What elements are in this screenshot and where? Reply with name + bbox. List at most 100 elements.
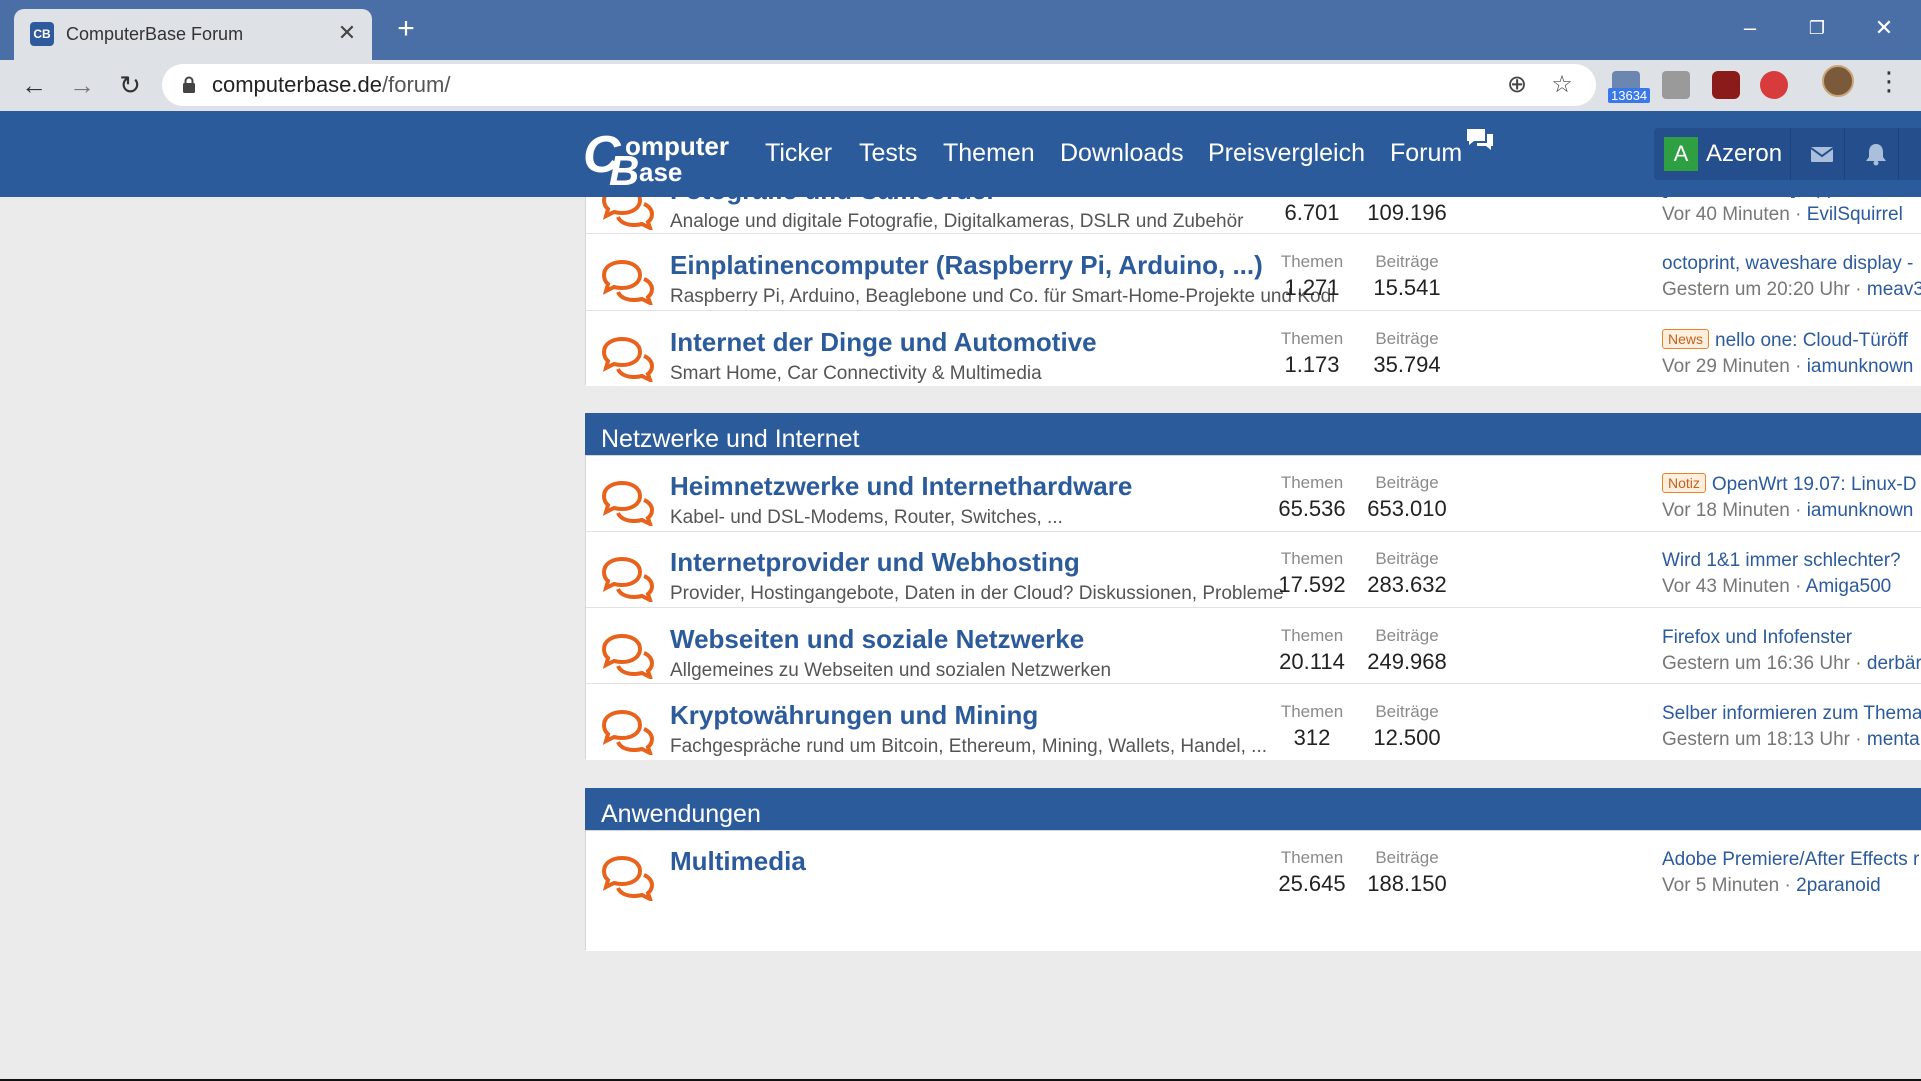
latest-topic-link[interactable]: octoprint, waveshare display -: [1662, 253, 1913, 274]
ublock-shield-icon[interactable]: [1712, 71, 1740, 99]
latest-topic-link[interactable]: OpenWrt 19.07: Linux-D: [1712, 474, 1917, 495]
forum-description: Smart Home, Car Connectivity & Multimedi…: [670, 363, 1042, 384]
nav-downloads[interactable]: Downloads: [1060, 138, 1184, 168]
posts-count: 12.500: [1373, 725, 1441, 750]
forum-row: Internetprovider und Webhosting Provider…: [586, 532, 1921, 608]
posts-label: Beiträge: [1375, 549, 1439, 568]
restore-window-icon[interactable]: ❐: [1797, 12, 1837, 44]
prefix-tag: News: [1662, 329, 1710, 349]
nav-preisvergleich[interactable]: Preisvergleich: [1208, 138, 1365, 168]
extension-count-badge: 13634: [1608, 88, 1651, 103]
browser-toolbar: ← → ↻ computerbase.de/forum/ ⊕ ☆: [0, 60, 1921, 111]
threads-stat: Themen 1.271: [1257, 251, 1367, 303]
threads-count: 20.114: [1279, 649, 1345, 674]
posts-stat: Beiträge 15.541: [1352, 251, 1462, 303]
threads-label: Themen: [1280, 549, 1344, 568]
latest-user-link[interactable]: menta: [1867, 729, 1920, 750]
latest-post: Notiz OpenWrt 19.07: Linux-D Vor 18 Minut…: [1662, 473, 1917, 521]
threads-count: 17.592: [1278, 572, 1346, 597]
posts-count: 35.794: [1373, 352, 1441, 377]
forum-title-link[interactable]: Kryptowährungen und Mining: [670, 700, 1038, 730]
posts-label: Beiträge: [1375, 848, 1439, 867]
posts-stat: Beiträge 12.500: [1352, 701, 1462, 753]
latest-topic-link[interactable]: Firefox und Infofenster: [1662, 627, 1852, 648]
threads-count: 1.173: [1284, 352, 1340, 377]
header-divider: [1844, 128, 1845, 180]
threads-stat: Themen 17.592: [1257, 548, 1367, 600]
forum-title-link[interactable]: Internet der Dinge und Automotive: [670, 327, 1097, 357]
chat-bubbles-icon: [1467, 129, 1493, 150]
posts-label: Beiträge: [1375, 702, 1439, 721]
lock-icon: [183, 76, 195, 93]
forum-row: Kryptowährungen und Mining Fachgespräche…: [586, 685, 1921, 760]
posts-count: 653.010: [1367, 496, 1447, 521]
browser-menu-icon[interactable]: ⋮: [1876, 66, 1902, 96]
forum-description: Analoge und digitale Fotografie, Digital…: [670, 211, 1244, 232]
nav-themen[interactable]: Themen: [943, 138, 1035, 168]
reload-icon[interactable]: ↻: [113, 68, 147, 102]
latest-topic-link[interactable]: Wird 1&1 immer schlechter?: [1662, 550, 1901, 571]
nav-forum[interactable]: Forum: [1390, 138, 1462, 168]
threads-label: Themen: [1280, 252, 1344, 271]
site-header: C omputer B ase Ticker Tests Themen Down…: [0, 111, 1921, 197]
posts-count: 188.150: [1367, 871, 1447, 896]
latest-topic-link[interactable]: Adobe Premiere/After Effects r: [1662, 849, 1919, 870]
url-text: computerbase.de/forum/: [212, 72, 451, 97]
threads-label: Themen: [1280, 702, 1344, 721]
latest-user-link[interactable]: Amiga500: [1806, 576, 1892, 597]
computerbase-logo[interactable]: C omputer B ase: [583, 125, 733, 192]
bell-icon[interactable]: [1863, 142, 1889, 166]
latest-user-link[interactable]: iamunknown: [1807, 500, 1914, 521]
user-menu[interactable]: A Azeron: [1654, 128, 1921, 180]
profile-avatar[interactable]: [1822, 65, 1854, 97]
forum-title-link[interactable]: Heimnetzwerke und Internethardware: [670, 471, 1132, 501]
forum-title-link[interactable]: Webseiten und soziale Netzwerke: [670, 624, 1084, 654]
forum-chat-icon: [600, 480, 656, 528]
posts-count: 283.632: [1367, 572, 1447, 597]
nav-ticker[interactable]: Ticker: [765, 138, 832, 168]
threads-count: 312: [1293, 725, 1331, 750]
latest-user-link[interactable]: derbär: [1867, 653, 1921, 674]
forum-row: Multimedia Themen 25.645 Beiträge 188.15…: [586, 831, 1921, 951]
extension-html5-icon[interactable]: [1662, 71, 1690, 99]
forum-list: Heimnetzwerke und Internethardware Kabel…: [585, 455, 1921, 760]
latest-user-link[interactable]: EvilSquirrel: [1807, 204, 1903, 225]
forum-title-link[interactable]: Internetprovider und Webhosting: [670, 547, 1080, 577]
posts-count: 109.196: [1367, 200, 1447, 225]
forward-arrow-icon[interactable]: →: [65, 68, 99, 102]
close-window-icon[interactable]: ✕: [1864, 12, 1904, 44]
star-icon[interactable]: ☆: [1547, 70, 1577, 100]
computerbase-favicon-icon: CB: [30, 22, 54, 46]
new-tab-button[interactable]: +: [390, 14, 422, 46]
address-bar[interactable]: computerbase.de/forum/ ⊕ ☆: [162, 64, 1596, 106]
minimize-window-icon[interactable]: –: [1730, 12, 1770, 44]
browser-tab[interactable]: CB ComputerBase Forum ✕: [14, 9, 372, 60]
extension-record-icon[interactable]: [1760, 71, 1788, 99]
latest-post: News nello one: Cloud-Türöff Vor 29 Minut…: [1662, 329, 1914, 377]
tab-close-icon[interactable]: ✕: [334, 20, 360, 46]
latest-topic-link[interactable]: nello one: Cloud-Türöff: [1715, 330, 1908, 351]
threads-stat: Themen 65.536: [1257, 472, 1367, 524]
latest-user-link[interactable]: iamunknown: [1807, 356, 1914, 377]
posts-stat: Beiträge 249.968: [1352, 625, 1462, 677]
back-arrow-icon[interactable]: ←: [17, 68, 51, 102]
mail-icon[interactable]: [1809, 142, 1835, 166]
forum-chat-icon: [600, 336, 656, 384]
posts-stat: Beiträge 283.632: [1352, 548, 1462, 600]
latest-user-link[interactable]: 2paranoid: [1796, 875, 1881, 896]
threads-label: Themen: [1280, 473, 1344, 492]
forum-title-link[interactable]: Multimedia: [670, 846, 806, 876]
latest-user-link[interactable]: meav3: [1867, 279, 1921, 300]
threads-stat: Themen 1.173: [1257, 328, 1367, 380]
latest-time: Gestern um 18:13 Uhr: [1662, 729, 1850, 750]
latest-post: octoprint, waveshare display - Gestern u…: [1662, 251, 1921, 303]
posts-count: 249.968: [1367, 649, 1447, 674]
forum-description: Allgemeines zu Webseiten und sozialen Ne…: [670, 660, 1112, 681]
add-circle-icon[interactable]: ⊕: [1502, 70, 1532, 100]
threads-stat: Themen 312: [1257, 701, 1367, 753]
forum-title-link[interactable]: Einplatinencomputer (Raspberry Pi, Ardui…: [670, 250, 1263, 280]
forum-row: Internet der Dinge und Automotive Smart …: [586, 312, 1921, 386]
nav-tests[interactable]: Tests: [859, 138, 917, 168]
threads-count: 65.536: [1278, 496, 1346, 521]
latest-topic-link[interactable]: Selber informieren zum Thema: [1662, 703, 1921, 724]
